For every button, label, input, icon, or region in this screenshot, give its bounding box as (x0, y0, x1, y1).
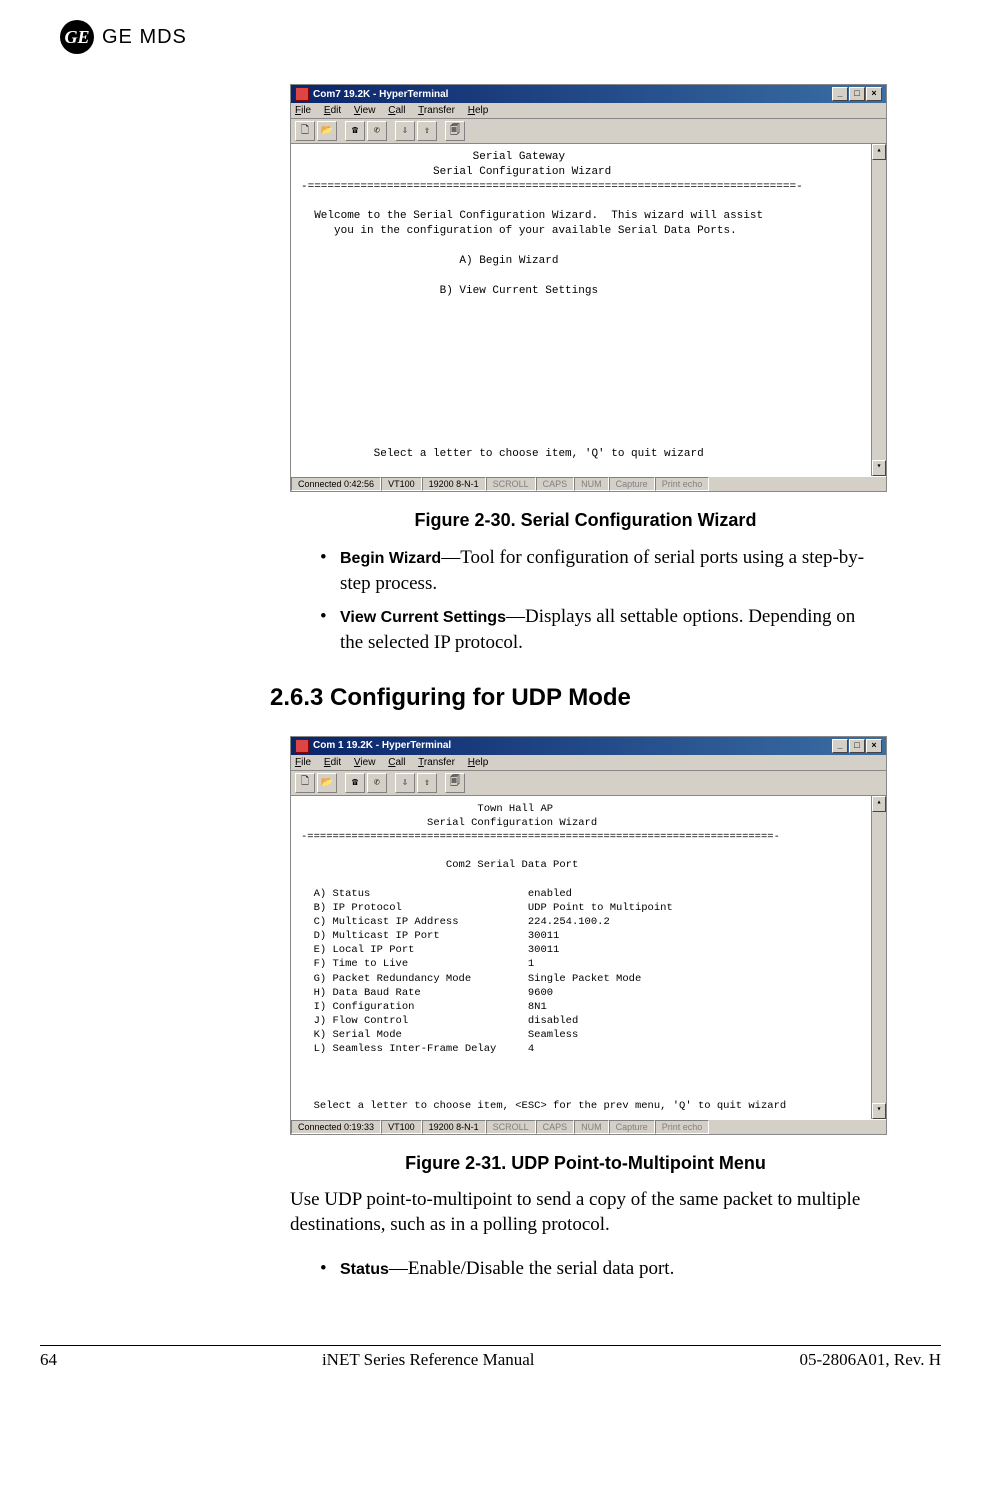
status-caps: CAPS (536, 1120, 575, 1134)
new-icon[interactable]: 🗋 (295, 121, 315, 141)
status-echo: Print echo (655, 477, 710, 491)
status-connected: Connected 0:19:33 (291, 1120, 381, 1134)
menu-bar: File Edit View Call Transfer Help (291, 103, 886, 119)
list-item: Status—Enable/Disable the serial data po… (320, 1256, 881, 1282)
status-bar: Connected 0:42:56 VT100 19200 8-N-1 SCRO… (291, 476, 886, 491)
status-scroll: SCROLL (486, 477, 536, 491)
menu-edit[interactable]: Edit (324, 105, 341, 116)
window-titlebar: Com 1 19.2K - HyperTerminal _ □ × (291, 737, 886, 755)
hyperterminal-window-2: Com 1 19.2K - HyperTerminal _ □ × File E… (290, 736, 887, 1136)
connect-icon[interactable]: ☎ (345, 773, 365, 793)
ge-logo-icon: GE (60, 20, 94, 54)
menu-call[interactable]: Call (388, 757, 405, 768)
status-connected: Connected 0:42:56 (291, 477, 381, 491)
menu-file[interactable]: File (295, 105, 311, 116)
send-icon[interactable]: ⇩ (395, 773, 415, 793)
footer-manual-title: iNET Series Reference Manual (322, 1350, 535, 1370)
option-name: Begin Wizard (340, 550, 441, 567)
terminal-output: Town Hall AP Serial Configuration Wizard… (291, 796, 871, 1120)
page-footer: 64 iNET Series Reference Manual 05-2806A… (40, 1345, 941, 1370)
close-button[interactable]: × (866, 739, 882, 753)
hyperterminal-window-1: Com7 19.2K - HyperTerminal _ □ × File Ed… (290, 84, 887, 492)
status-num: NUM (574, 1120, 609, 1134)
minimize-button[interactable]: _ (832, 87, 848, 101)
menu-transfer[interactable]: Transfer (418, 757, 455, 768)
vertical-scrollbar[interactable]: ▴ ▾ (871, 144, 886, 476)
properties-icon[interactable]: 🗐 (445, 773, 465, 793)
section-heading: 2.6.3 Configuring for UDP Mode (270, 684, 881, 712)
status-port: 19200 8-N-1 (422, 477, 486, 491)
menu-edit[interactable]: Edit (324, 757, 341, 768)
menu-bar: File Edit View Call Transfer Help (291, 755, 886, 771)
status-caps: CAPS (536, 477, 575, 491)
status-scroll: SCROLL (486, 1120, 536, 1134)
status-echo: Print echo (655, 1120, 710, 1134)
disconnect-icon[interactable]: ✆ (367, 773, 387, 793)
body-paragraph: Use UDP point-to-multipoint to send a co… (290, 1188, 881, 1237)
app-icon (295, 739, 309, 753)
receive-icon[interactable]: ⇧ (417, 121, 437, 141)
status-emulation: VT100 (381, 477, 422, 491)
scroll-down-icon[interactable]: ▾ (872, 1103, 886, 1119)
properties-icon[interactable]: 🗐 (445, 121, 465, 141)
terminal-output: Serial Gateway Serial Configuration Wiza… (291, 144, 871, 476)
status-emulation: VT100 (381, 1120, 422, 1134)
app-icon (295, 87, 309, 101)
option-list-2: Status—Enable/Disable the serial data po… (290, 1256, 881, 1282)
receive-icon[interactable]: ⇧ (417, 773, 437, 793)
toolbar: 🗋 📂 ☎ ✆ ⇩ ⇧ 🗐 (291, 119, 886, 144)
maximize-button[interactable]: □ (849, 87, 865, 101)
minimize-button[interactable]: _ (832, 739, 848, 753)
option-desc: —Enable/Disable the serial data port. (389, 1258, 674, 1279)
status-port: 19200 8-N-1 (422, 1120, 486, 1134)
maximize-button[interactable]: □ (849, 739, 865, 753)
option-list-1: Begin Wizard—Tool for configuration of s… (290, 545, 881, 656)
list-item: View Current Settings—Displays all setta… (320, 604, 881, 655)
scroll-down-icon[interactable]: ▾ (872, 460, 886, 476)
menu-call[interactable]: Call (388, 105, 405, 116)
list-item: Begin Wizard—Tool for configuration of s… (320, 545, 881, 596)
option-name: Status (340, 1261, 389, 1278)
ge-logo-text: GE MDS (102, 26, 187, 49)
menu-view[interactable]: View (354, 757, 376, 768)
toolbar: 🗋 📂 ☎ ✆ ⇩ ⇧ 🗐 (291, 771, 886, 796)
window-titlebar: Com7 19.2K - HyperTerminal _ □ × (291, 85, 886, 103)
footer-doc-number: 05-2806A01, Rev. H (799, 1350, 941, 1370)
scroll-up-icon[interactable]: ▴ (872, 144, 886, 160)
page-header-logo: GE GE MDS (60, 20, 921, 54)
option-name: View Current Settings (340, 609, 506, 626)
open-icon[interactable]: 📂 (317, 121, 337, 141)
status-num: NUM (574, 477, 609, 491)
footer-page-number: 64 (40, 1350, 57, 1370)
window-title: Com7 19.2K - HyperTerminal (313, 89, 448, 100)
menu-help[interactable]: Help (468, 105, 489, 116)
send-icon[interactable]: ⇩ (395, 121, 415, 141)
new-icon[interactable]: 🗋 (295, 773, 315, 793)
close-button[interactable]: × (866, 87, 882, 101)
menu-transfer[interactable]: Transfer (418, 105, 455, 116)
status-bar: Connected 0:19:33 VT100 19200 8-N-1 SCRO… (291, 1119, 886, 1134)
figure-caption-2: Figure 2-31. UDP Point-to-Multipoint Men… (290, 1153, 881, 1174)
vertical-scrollbar[interactable]: ▴ ▾ (871, 796, 886, 1120)
figure-caption-1: Figure 2-30. Serial Configuration Wizard (290, 510, 881, 531)
status-capture: Capture (609, 477, 655, 491)
connect-icon[interactable]: ☎ (345, 121, 365, 141)
menu-file[interactable]: File (295, 757, 311, 768)
menu-view[interactable]: View (354, 105, 376, 116)
disconnect-icon[interactable]: ✆ (367, 121, 387, 141)
open-icon[interactable]: 📂 (317, 773, 337, 793)
menu-help[interactable]: Help (468, 757, 489, 768)
status-capture: Capture (609, 1120, 655, 1134)
scroll-up-icon[interactable]: ▴ (872, 796, 886, 812)
window-title: Com 1 19.2K - HyperTerminal (313, 740, 451, 751)
